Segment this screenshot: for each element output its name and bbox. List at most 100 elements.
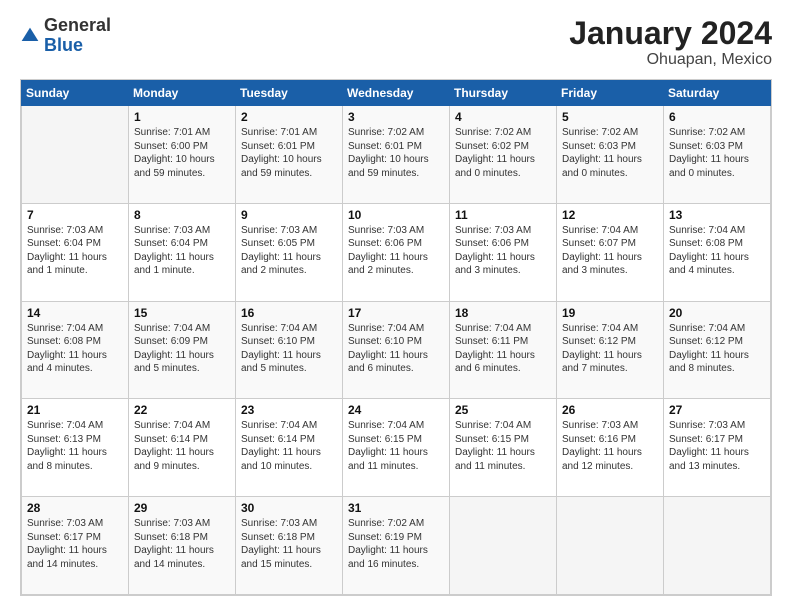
day-cell	[664, 497, 771, 595]
calendar-body: 1Sunrise: 7:01 AMSunset: 6:00 PMDaylight…	[22, 106, 771, 595]
day-info: Sunrise: 7:03 AMSunset: 6:04 PMDaylight:…	[134, 224, 230, 278]
day-info: Sunrise: 7:03 AMSunset: 6:04 PMDaylight:…	[27, 224, 123, 278]
day-info: Sunrise: 7:02 AMSunset: 6:01 PMDaylight:…	[348, 126, 444, 180]
weekday-header-saturday: Saturday	[664, 81, 771, 106]
day-info: Sunrise: 7:03 AMSunset: 6:06 PMDaylight:…	[455, 224, 551, 278]
day-cell: 17 Sunrise: 7:04 AMSunset: 6:10 PMDayligh…	[343, 301, 450, 399]
day-cell: 29 Sunrise: 7:03 AMSunset: 6:18 PMDayligh…	[129, 497, 236, 595]
day-number: 9	[241, 208, 337, 222]
day-number: 21	[27, 403, 123, 417]
day-cell: 13 Sunrise: 7:04 AMSunset: 6:08 PMDayligh…	[664, 203, 771, 301]
day-info: Sunrise: 7:02 AMSunset: 6:19 PMDaylight:…	[348, 517, 444, 571]
week-row-0: 1Sunrise: 7:01 AMSunset: 6:00 PMDaylight…	[22, 106, 771, 204]
day-cell: 2Sunrise: 7:01 AMSunset: 6:01 PMDaylight…	[236, 106, 343, 204]
day-cell: 4 Sunrise: 7:02 AMSunset: 6:02 PMDaylight…	[450, 106, 557, 204]
day-number: 7	[27, 208, 123, 222]
day-info: Sunrise: 7:03 AMSunset: 6:18 PMDaylight:…	[241, 517, 337, 571]
day-info: Sunrise: 7:03 AMSunset: 6:05 PMDaylight:…	[241, 224, 337, 278]
title-block: January 2024 Ohuapan, Mexico	[569, 16, 772, 69]
day-cell: 3 Sunrise: 7:02 AMSunset: 6:01 PMDaylight…	[343, 106, 450, 204]
day-info: Sunrise: 7:04 AMSunset: 6:15 PMDaylight:…	[455, 419, 551, 473]
day-cell: 25 Sunrise: 7:04 AMSunset: 6:15 PMDayligh…	[450, 399, 557, 497]
day-number: 11	[455, 208, 551, 222]
logo-blue-text: Blue	[44, 35, 83, 55]
day-number: 3	[348, 110, 444, 124]
day-number: 24	[348, 403, 444, 417]
day-cell: 21 Sunrise: 7:04 AMSunset: 6:13 PMDayligh…	[22, 399, 129, 497]
day-cell	[450, 497, 557, 595]
day-cell: 12Sunrise: 7:04 AMSunset: 6:07 PMDayligh…	[557, 203, 664, 301]
day-cell: 11 Sunrise: 7:03 AMSunset: 6:06 PMDayligh…	[450, 203, 557, 301]
day-cell: 6 Sunrise: 7:02 AMSunset: 6:03 PMDaylight…	[664, 106, 771, 204]
day-info: Sunrise: 7:04 AMSunset: 6:08 PMDaylight:…	[669, 224, 765, 278]
day-number: 20	[669, 306, 765, 320]
day-cell: 1Sunrise: 7:01 AMSunset: 6:00 PMDaylight…	[129, 106, 236, 204]
weekday-header-monday: Monday	[129, 81, 236, 106]
day-info: Sunrise: 7:03 AMSunset: 6:18 PMDaylight:…	[134, 517, 230, 571]
header: General Blue January 2024 Ohuapan, Mexic…	[20, 16, 772, 69]
day-cell: 24Sunrise: 7:04 AMSunset: 6:15 PMDayligh…	[343, 399, 450, 497]
day-info: Sunrise: 7:02 AMSunset: 6:02 PMDaylight:…	[455, 126, 551, 180]
day-number: 30	[241, 501, 337, 515]
day-number: 1	[134, 110, 230, 124]
day-info: Sunrise: 7:04 AMSunset: 6:10 PMDaylight:…	[241, 322, 337, 376]
weekday-header-friday: Friday	[557, 81, 664, 106]
day-cell: 22 Sunrise: 7:04 AMSunset: 6:14 PMDayligh…	[129, 399, 236, 497]
weekday-header-wednesday: Wednesday	[343, 81, 450, 106]
day-number: 19	[562, 306, 658, 320]
day-number: 4	[455, 110, 551, 124]
logo-general-text: General	[44, 15, 111, 35]
day-cell: 7 Sunrise: 7:03 AMSunset: 6:04 PMDaylight…	[22, 203, 129, 301]
day-number: 13	[669, 208, 765, 222]
day-number: 29	[134, 501, 230, 515]
day-info: Sunrise: 7:04 AMSunset: 6:13 PMDaylight:…	[27, 419, 123, 473]
day-cell: 8 Sunrise: 7:03 AMSunset: 6:04 PMDaylight…	[129, 203, 236, 301]
weekday-header-sunday: Sunday	[22, 81, 129, 106]
week-row-4: 28Sunrise: 7:03 AMSunset: 6:17 PMDayligh…	[22, 497, 771, 595]
calendar-subtitle: Ohuapan, Mexico	[569, 51, 772, 69]
day-cell: 18 Sunrise: 7:04 AMSunset: 6:11 PMDayligh…	[450, 301, 557, 399]
day-number: 10	[348, 208, 444, 222]
day-info: Sunrise: 7:04 AMSunset: 6:12 PMDaylight:…	[669, 322, 765, 376]
day-number: 25	[455, 403, 551, 417]
day-cell	[22, 106, 129, 204]
logo-text: General Blue	[44, 16, 111, 56]
day-cell	[557, 497, 664, 595]
day-cell: 30 Sunrise: 7:03 AMSunset: 6:18 PMDayligh…	[236, 497, 343, 595]
day-info: Sunrise: 7:04 AMSunset: 6:14 PMDaylight:…	[134, 419, 230, 473]
day-number: 17	[348, 306, 444, 320]
day-info: Sunrise: 7:04 AMSunset: 6:08 PMDaylight:…	[27, 322, 123, 376]
day-info: Sunrise: 7:03 AMSunset: 6:17 PMDaylight:…	[669, 419, 765, 473]
day-cell: 26Sunrise: 7:03 AMSunset: 6:16 PMDayligh…	[557, 399, 664, 497]
day-number: 2	[241, 110, 337, 124]
weekday-row: SundayMondayTuesdayWednesdayThursdayFrid…	[22, 81, 771, 106]
weekday-header-tuesday: Tuesday	[236, 81, 343, 106]
day-number: 18	[455, 306, 551, 320]
day-info: Sunrise: 7:04 AMSunset: 6:11 PMDaylight:…	[455, 322, 551, 376]
logo: General Blue	[20, 16, 111, 56]
day-number: 27	[669, 403, 765, 417]
day-number: 31	[348, 501, 444, 515]
day-number: 6	[669, 110, 765, 124]
day-info: Sunrise: 7:02 AMSunset: 6:03 PMDaylight:…	[669, 126, 765, 180]
day-info: Sunrise: 7:03 AMSunset: 6:06 PMDaylight:…	[348, 224, 444, 278]
day-number: 16	[241, 306, 337, 320]
day-cell: 27 Sunrise: 7:03 AMSunset: 6:17 PMDayligh…	[664, 399, 771, 497]
day-info: Sunrise: 7:04 AMSunset: 6:14 PMDaylight:…	[241, 419, 337, 473]
day-number: 8	[134, 208, 230, 222]
day-info: Sunrise: 7:04 AMSunset: 6:12 PMDaylight:…	[562, 322, 658, 376]
day-number: 22	[134, 403, 230, 417]
day-cell: 5Sunrise: 7:02 AMSunset: 6:03 PMDaylight…	[557, 106, 664, 204]
day-number: 5	[562, 110, 658, 124]
day-number: 28	[27, 501, 123, 515]
day-info: Sunrise: 7:04 AMSunset: 6:10 PMDaylight:…	[348, 322, 444, 376]
day-cell: 15Sunrise: 7:04 AMSunset: 6:09 PMDayligh…	[129, 301, 236, 399]
day-info: Sunrise: 7:04 AMSunset: 6:09 PMDaylight:…	[134, 322, 230, 376]
page: General Blue January 2024 Ohuapan, Mexic…	[0, 0, 792, 612]
day-info: Sunrise: 7:03 AMSunset: 6:16 PMDaylight:…	[562, 419, 658, 473]
day-cell: 10 Sunrise: 7:03 AMSunset: 6:06 PMDayligh…	[343, 203, 450, 301]
calendar-title: January 2024	[569, 16, 772, 51]
weekday-header-thursday: Thursday	[450, 81, 557, 106]
week-row-3: 21 Sunrise: 7:04 AMSunset: 6:13 PMDayligh…	[22, 399, 771, 497]
day-cell: 9 Sunrise: 7:03 AMSunset: 6:05 PMDaylight…	[236, 203, 343, 301]
